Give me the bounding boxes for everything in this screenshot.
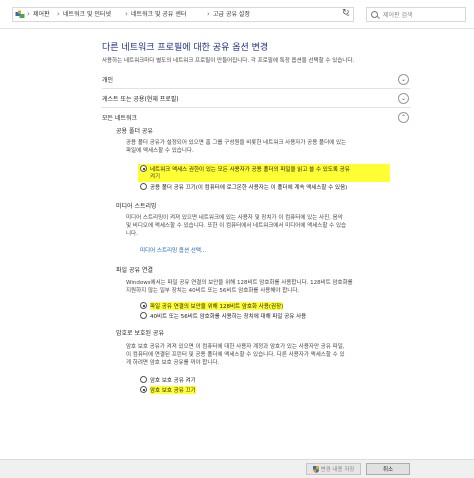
password-heading: 암호로 보호된 공유	[116, 330, 164, 337]
public-folder-off-radio[interactable]: 공용 폴더 공유 끄기(이 컴퓨터에 로그온한 사용자는 이 폴더에 계속 액세…	[140, 182, 347, 191]
save-changes-label: 변경 내용 저장	[320, 467, 355, 473]
password-text-2: 이 컴퓨터에 연결된 프린터 및 공용 폴더에 액세스할 수 있습니다. 다른 …	[126, 352, 345, 358]
divider	[102, 88, 410, 89]
file-sharing-text-2: 지원하지 않는 일부 장치는 40비트 또는 56비트 암호화를 사용해야 합니…	[126, 288, 300, 294]
radio-selected[interactable]	[140, 165, 147, 172]
media-text-2: 및 비디오에 액세스할 수 있습니다. 또한 이 컴퓨터에서 네트워크에서 미디…	[126, 223, 347, 229]
search-icon	[371, 11, 378, 18]
breadcrumb-item-network-sharing-center[interactable]: 네트워크 및 공유 센터	[131, 11, 186, 19]
radio-selected[interactable]	[140, 386, 147, 393]
password-on-label: 암호 보호 공유 켜기	[150, 377, 196, 384]
divider	[102, 107, 410, 108]
chevron-right-icon: ›	[27, 10, 30, 18]
page-description: 사용하는 네트워크마다 별도의 네트워크 프로필이 만들어집니다. 각 프로필에…	[102, 58, 355, 64]
save-changes-button[interactable]: 변경 내용 저장	[306, 463, 361, 475]
breadcrumb-item-control-panel[interactable]: 제어판	[33, 11, 50, 19]
cancel-button[interactable]: 취소	[366, 463, 410, 475]
radio-unselected[interactable]	[140, 183, 147, 190]
radio-unselected[interactable]	[140, 312, 147, 319]
address-bar: ← › 제어판 › 네트워크 및 인터넷 › 네트워크 및 공유 센터 › 고급…	[0, 0, 474, 29]
media-options-link[interactable]: 미디어 스트리밍 옵션 선택...	[140, 246, 206, 254]
password-off-label: 암호 보호 공유 끄기	[150, 385, 196, 394]
breadcrumb-item-advanced-sharing[interactable]: 고급 공유 설정	[213, 11, 250, 19]
chevron-right-icon: ›	[207, 10, 210, 18]
password-on-radio[interactable]: 암호 보호 공유 켜기	[140, 375, 196, 384]
page-title: 다른 네트워크 프로필에 대한 공유 옵션 변경	[102, 43, 269, 53]
chevron-up-icon[interactable]: ⌃	[398, 112, 409, 123]
password-text-1: 암호 보호 공유가 켜져 있으면 이 컴퓨터에 대한 사용자 계정과 암호가 있…	[126, 344, 345, 350]
file-sharing-heading: 파일 공유 연결	[116, 267, 153, 274]
public-folder-text-1: 공용 폴더 공유가 설정되어 있으면 홈 그룹 구성원을 비롯한 네트워크 사용…	[126, 140, 347, 146]
chevron-right-icon: ›	[125, 10, 128, 18]
profile-all-label[interactable]: 모든 네트워크	[102, 113, 137, 122]
footer-bar: 변경 내용 저장 취소	[0, 459, 474, 478]
encryption-128-label: 파일 공유 연결의 보안을 위해 128비트 암호화 사용(권장)	[150, 301, 284, 310]
radio-unselected[interactable]	[140, 376, 147, 383]
breadcrumb[interactable]: › 제어판 › 네트워크 및 인터넷 › 네트워크 및 공유 센터 › 고급 공…	[12, 7, 354, 22]
file-sharing-text-1: Windows에서는 파일 공유 연결의 보안을 위해 128비트 암호화를 사…	[126, 280, 353, 286]
profile-guest-label[interactable]: 게스트 또는 공용(현재 프로필)	[102, 94, 179, 103]
radio-selected[interactable]	[140, 302, 147, 309]
chevron-right-icon: ›	[57, 10, 60, 18]
encryption-128-radio[interactable]: 파일 공유 연결의 보안을 위해 128비트 암호화 사용(권장)	[140, 301, 284, 310]
encryption-40-radio[interactable]: 40비트 또는 56비트 암호화를 사용하는 장치에 대해 파일 공유 사용	[140, 311, 306, 320]
chevron-down-icon[interactable]: ⌄	[398, 74, 409, 85]
encryption-40-label: 40비트 또는 56비트 암호화를 사용하는 장치에 대해 파일 공유 사용	[150, 313, 307, 320]
public-folder-heading: 공용 폴더 공유	[116, 128, 153, 135]
shield-icon	[312, 465, 319, 473]
breadcrumb-item-network-internet[interactable]: 네트워크 및 인터넷	[63, 11, 111, 19]
public-folder-off-label: 공용 폴더 공유 끄기(이 컴퓨터에 로그온한 사용자는 이 폴더에 계속 액세…	[150, 184, 348, 191]
media-text-1: 미디어 스트리밍이 켜져 있으면 네트워크에 있는 사용자 및 장치가 이 컴퓨…	[126, 215, 343, 221]
public-folder-on-label-cont: 켜기	[150, 174, 161, 180]
chevron-down-icon[interactable]: ⌄	[398, 93, 409, 104]
search-box[interactable]	[366, 7, 466, 22]
control-panel-icon	[15, 10, 25, 18]
search-input[interactable]	[383, 10, 463, 20]
password-off-radio[interactable]: 암호 보호 공유 끄기	[140, 385, 196, 394]
refresh-icon[interactable]: ↻	[342, 8, 350, 18]
public-folder-text-2: 파일에 액세스할 수 있습니다.	[126, 148, 194, 154]
password-text-3: 게 하려면 암호 보호 공유를 꺼야 합니다.	[126, 360, 220, 366]
public-folder-on-radio[interactable]: 네트워크 액세스 권한이 있는 모든 사용자가 공용 폴더의 파일을 읽고 쓸 …	[140, 164, 350, 173]
media-heading: 미디어 스트리밍	[116, 203, 157, 210]
profile-private-label[interactable]: 개인	[102, 75, 113, 84]
public-folder-on-label: 네트워크 액세스 권한이 있는 모든 사용자가 공용 폴더의 파일을 읽고 쓸 …	[150, 166, 350, 173]
media-text-3: 니다.	[126, 231, 138, 237]
